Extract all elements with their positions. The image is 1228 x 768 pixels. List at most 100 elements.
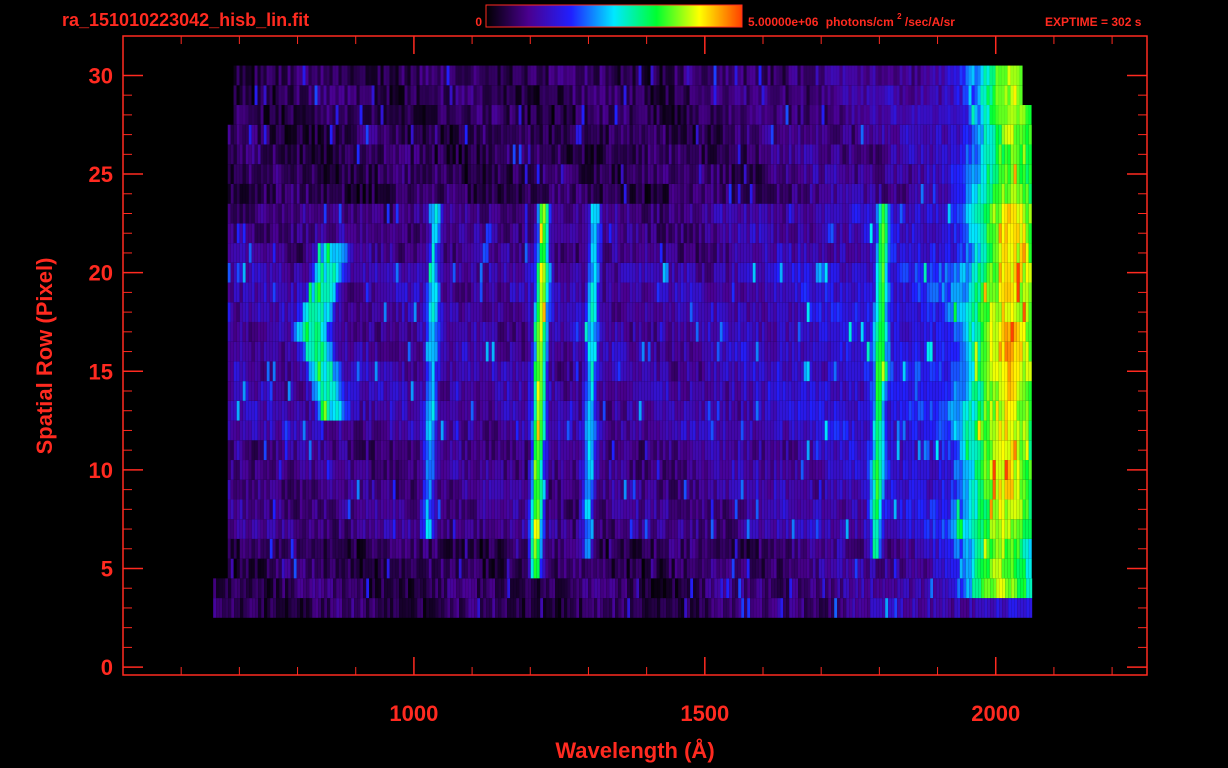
heatmap-cell [464,460,468,480]
heatmap-cell [743,400,747,421]
heatmap-cell [998,400,1002,421]
heatmap-cell [920,519,924,539]
heatmap-cell [260,243,264,263]
heatmap-cell [344,420,348,441]
heatmap-cell [527,420,531,441]
heatmap-cell [473,361,477,382]
heatmap-cell [806,479,810,500]
heatmap-cell [323,479,327,500]
heatmap-cell [386,479,390,500]
heatmap-cell [845,400,849,421]
heatmap-cell [593,460,597,480]
heatmap-cell [563,341,567,362]
heatmap-cell [686,321,690,342]
heatmap-cell [380,538,384,559]
heatmap-cell [998,341,1002,362]
heatmap-cell [614,400,618,421]
heatmap-cell [545,321,549,342]
heatmap-cell [599,341,603,362]
heatmap-cell [872,499,876,520]
heatmap-cell [458,558,462,579]
heatmap-cell [788,381,792,401]
heatmap-cell [278,538,282,559]
heatmap-cell [995,381,999,401]
heatmap-cell [350,341,354,362]
heatmap-cell [917,440,921,461]
heatmap-cell [797,361,801,382]
heatmap-cell [971,361,975,382]
heatmap-cell [488,262,492,283]
heatmap-cell [767,499,771,520]
heatmap-cell [419,440,423,461]
heatmap-cell [290,420,294,441]
heatmap-cell [869,381,873,401]
heatmap-cell [950,341,954,362]
heatmap-cell [707,440,711,461]
heatmap-cell [866,321,870,342]
heatmap-cell [912,598,916,618]
heatmap-cell [263,262,267,283]
heatmap-cell [818,381,822,401]
heatmap-cell [687,578,691,599]
heatmap-cell [317,420,321,441]
heatmap-cell [452,262,456,283]
heatmap-cell [774,598,778,618]
heatmap-cell [653,479,657,500]
heatmap-cell [1008,598,1012,618]
heatmap-cell [227,420,231,441]
heatmap-cell [915,578,919,599]
heatmap-cell [542,341,546,362]
heatmap-cell [911,341,915,362]
heatmap-cell [308,341,312,362]
heatmap-cell [482,479,486,500]
heatmap-cell [608,341,612,362]
heatmap-cell [911,440,915,461]
heatmap-cell [299,262,303,283]
heatmap-cell [974,499,978,520]
heatmap-cell [242,400,246,421]
heatmap-cell [887,420,891,441]
heatmap-cell [452,302,456,322]
heatmap-cell [569,519,573,539]
heatmap-cell [755,282,759,303]
heatmap-cell [333,598,337,618]
heatmap-cell [494,499,498,520]
heatmap-cell [632,381,636,401]
heatmap-cell [413,420,417,441]
heatmap-cell [456,598,460,618]
heatmap-cell [929,381,933,401]
heatmap-cell [251,361,255,382]
heatmap-cell [284,302,288,322]
heatmap-cell [617,262,621,283]
heatmap-cell [626,460,630,480]
heatmap-cell [893,519,897,539]
heatmap-cell [983,341,987,362]
heatmap-cell [794,321,798,342]
heatmap-cell [1019,558,1023,579]
heatmap-cell [935,341,939,362]
heatmap-cell [347,440,351,461]
heatmap-cell [467,361,471,382]
heatmap-cell [734,381,738,401]
heatmap-cell [581,420,585,441]
heatmap-cell [504,598,508,618]
heatmap-cell [584,282,588,303]
heatmap-cell [315,578,319,599]
heatmap-cell [407,479,411,500]
heatmap-cell [929,400,933,421]
heatmap-cell [695,538,699,559]
heatmap-cell [731,538,735,559]
heatmap-cell [791,440,795,461]
heatmap-cell [674,538,678,559]
heatmap-cell [743,361,747,382]
heatmap-cell [914,361,918,382]
heatmap-cell [821,420,825,441]
heatmap-cell [599,361,603,382]
heatmap-cell [377,479,381,500]
heatmap-cell [798,598,802,618]
heatmap-cell [290,381,294,401]
heatmap-cell [323,381,327,401]
heatmap-cell [884,420,888,441]
heatmap-cell [662,282,666,303]
heatmap-cell [827,262,831,283]
